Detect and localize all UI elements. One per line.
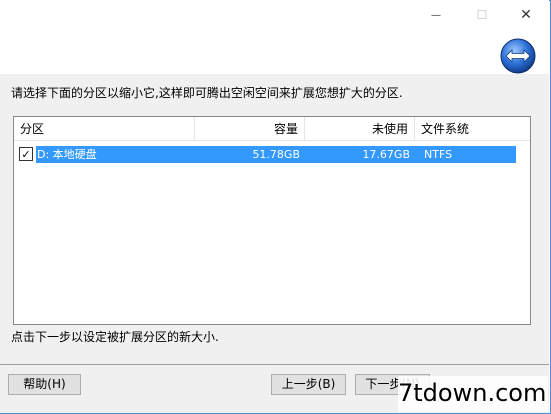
minimize-icon: —	[431, 9, 441, 21]
partition-checkbox[interactable]: ✓	[19, 147, 33, 161]
title-bar: — ☐ ✕	[0, 0, 549, 30]
instruction-text: 请选择下面的分区以缩小它,这样即可腾出空闲空间来扩展您想扩大的分区.	[11, 86, 403, 100]
partition-filesystem: NTFS	[424, 148, 453, 161]
close-icon: ✕	[520, 7, 532, 23]
partition-list[interactable]: 分区 容量 未使用 文件系统 ✓ D: 本地硬盘 51.78GB 17.67GB…	[13, 116, 531, 325]
column-header-filesystem[interactable]: 文件系统	[415, 117, 515, 141]
next-step-hint: 点击下一步以设定被扩展分区的新大小.	[11, 330, 219, 344]
close-button[interactable]: ✕	[503, 0, 549, 30]
column-header-unused[interactable]: 未使用	[305, 117, 415, 141]
minimize-button[interactable]: —	[413, 0, 459, 30]
checkmark-icon: ✓	[21, 147, 31, 161]
maximize-icon: ☐	[476, 8, 488, 22]
column-header-capacity[interactable]: 容量	[195, 117, 305, 141]
help-button[interactable]: 帮助(H)	[8, 374, 81, 395]
table-row[interactable]: ✓ D: 本地硬盘 51.78GB 17.67GB NTFS	[18, 146, 516, 163]
partition-unused: 17.67GB	[362, 148, 410, 161]
wizard-header	[0, 30, 549, 74]
partition-name: D: 本地硬盘	[37, 148, 97, 161]
site-watermark: 7tdown.com	[398, 376, 548, 412]
partition-capacity: 51.78GB	[252, 148, 300, 161]
back-button[interactable]: 上一步(B)	[271, 374, 346, 395]
maximize-button[interactable]: ☐	[459, 0, 505, 30]
table-header: 分区 容量 未使用 文件系统	[14, 117, 530, 141]
double-arrow-logo-icon	[500, 38, 536, 74]
column-header-partition[interactable]: 分区	[14, 117, 195, 141]
